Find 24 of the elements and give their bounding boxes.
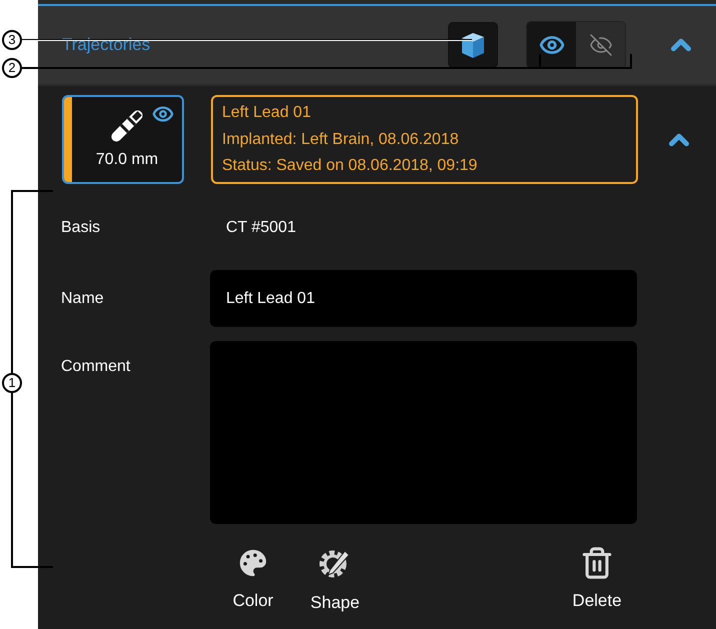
- lead-length: 70.0 mm: [96, 150, 158, 170]
- cube-icon: [459, 30, 487, 60]
- visibility-toggle[interactable]: [527, 22, 576, 68]
- basis-label: Basis: [61, 218, 102, 238]
- delete-button[interactable]: Delete: [562, 546, 632, 616]
- eye-off-icon: [588, 33, 612, 57]
- view-3d-button[interactable]: [448, 22, 498, 68]
- section-title: Trajectories: [62, 34, 150, 56]
- comment-field[interactable]: [210, 341, 637, 524]
- trash-icon: [580, 546, 614, 580]
- callout-number: 3: [2, 30, 22, 50]
- basis-value: CT #5001: [226, 218, 296, 238]
- name-field[interactable]: Left Lead 01: [210, 270, 637, 327]
- comment-label: Comment: [61, 357, 132, 377]
- visibility-toggle[interactable]: [576, 22, 625, 68]
- callout-number: 1: [2, 373, 22, 393]
- lead-info-line: Status: Saved on 08.06.2018, 09:19: [222, 156, 478, 176]
- lead-info-line: Left Lead 01: [222, 103, 312, 123]
- lead-info-line: Implanted: Left Brain, 08.06.2018: [222, 130, 460, 150]
- name-label: Name: [61, 288, 105, 308]
- tool-button[interactable]: Color: [218, 546, 288, 616]
- tool-button[interactable]: Shape: [300, 546, 370, 616]
- callout-number: 2: [2, 58, 22, 78]
- lead-card[interactable]: 70.0 mm: [62, 95, 184, 184]
